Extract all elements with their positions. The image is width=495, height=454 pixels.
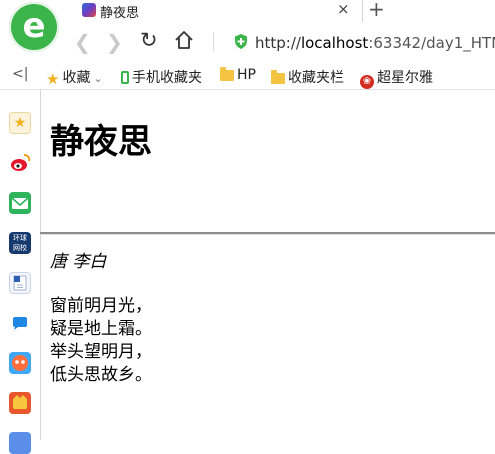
- folder-icon: [220, 67, 234, 81]
- bookmark-favorites-bar[interactable]: 收藏夹栏: [271, 67, 344, 87]
- phone-icon: [121, 71, 129, 84]
- page-title: 静夜思: [50, 122, 152, 162]
- bookmark-chaoxing[interactable]: ❀ 超星尔雅: [360, 67, 433, 89]
- forward-icon[interactable]: ❯: [106, 30, 123, 54]
- url-path: :63342/day1_HTML: [368, 34, 495, 52]
- bookmark-favorites[interactable]: ★ 收藏 ⌄: [46, 67, 103, 88]
- back-icon[interactable]: ❮: [74, 30, 91, 54]
- url-scheme: http://: [255, 34, 301, 52]
- bookmark-label: 手机收藏夹: [132, 70, 202, 86]
- bookmarks-bar: <| ★ 收藏 ⌄ 手机收藏夹 HP 收藏夹栏 ❀ 超星尔雅: [0, 62, 495, 90]
- tab-bar: e 静夜思 × +: [0, 0, 495, 52]
- chevron-down-icon: ⌄: [93, 72, 103, 85]
- game2-icon[interactable]: [9, 392, 31, 414]
- bookmark-label: HP: [237, 67, 256, 83]
- bookmark-label: 超星尔雅: [377, 70, 433, 86]
- tab-active[interactable]: 静夜思 ×: [74, 0, 363, 22]
- word-doc-icon[interactable]: [9, 272, 31, 294]
- star-icon: ★: [46, 70, 60, 88]
- toolbar-divider: [213, 32, 214, 52]
- news-icon[interactable]: 环球 网校: [9, 232, 31, 254]
- poem-line: 低头思故乡。: [50, 365, 152, 385]
- bookmark-label: 收藏: [62, 70, 91, 86]
- navigation-bar: ❮ ❯ ↻ http://localhost:63342/day1_HTML: [0, 22, 495, 62]
- url-host: localhost: [300, 34, 369, 52]
- new-tab-button[interactable]: +: [368, 0, 385, 21]
- horizontal-rule: [40, 232, 495, 235]
- app-icon[interactable]: [9, 432, 31, 454]
- poem-line: 疑是地上霜。: [50, 319, 152, 339]
- webstorm-favicon-icon: [82, 3, 96, 17]
- secure-shield-icon: [235, 34, 247, 49]
- favorites-star-icon[interactable]: ★: [9, 112, 31, 134]
- address-input[interactable]: http://localhost:63342/day1_HTML: [255, 34, 495, 52]
- bookmark-hp[interactable]: HP: [220, 67, 256, 83]
- browser-logo-icon[interactable]: e: [9, 2, 59, 52]
- weibo-icon[interactable]: [9, 152, 31, 174]
- poem-line: 举头望明月，: [50, 342, 152, 362]
- poem-author: 唐 李白: [50, 252, 107, 272]
- logo-letter: e: [22, 6, 46, 46]
- collapse-sidebar-icon[interactable]: <|: [12, 66, 28, 82]
- mail-icon[interactable]: [9, 192, 31, 214]
- reload-icon[interactable]: ↻: [140, 28, 158, 52]
- home-icon[interactable]: [174, 30, 194, 50]
- bookmark-mobile[interactable]: 手机收藏夹: [121, 67, 202, 87]
- page-content: 静夜思 唐 李白 窗前明月光， 疑是地上霜。 举头望明月， 低头思故乡。: [40, 90, 495, 440]
- tab-title: 静夜思: [100, 6, 140, 21]
- poem-lines: 窗前明月光， 疑是地上霜。 举头望明月， 低头思故乡。: [50, 295, 152, 387]
- chat-icon[interactable]: [9, 312, 31, 334]
- chaoxing-icon: ❀: [360, 75, 374, 89]
- sidebar: ★ 环球 网校: [0, 90, 41, 454]
- poem-line: 窗前明月光，: [50, 296, 152, 316]
- bookmark-label: 收藏夹栏: [288, 70, 344, 86]
- folder-icon: [271, 70, 285, 84]
- tab-close-icon[interactable]: ×: [337, 0, 350, 18]
- game-icon[interactable]: [9, 352, 31, 374]
